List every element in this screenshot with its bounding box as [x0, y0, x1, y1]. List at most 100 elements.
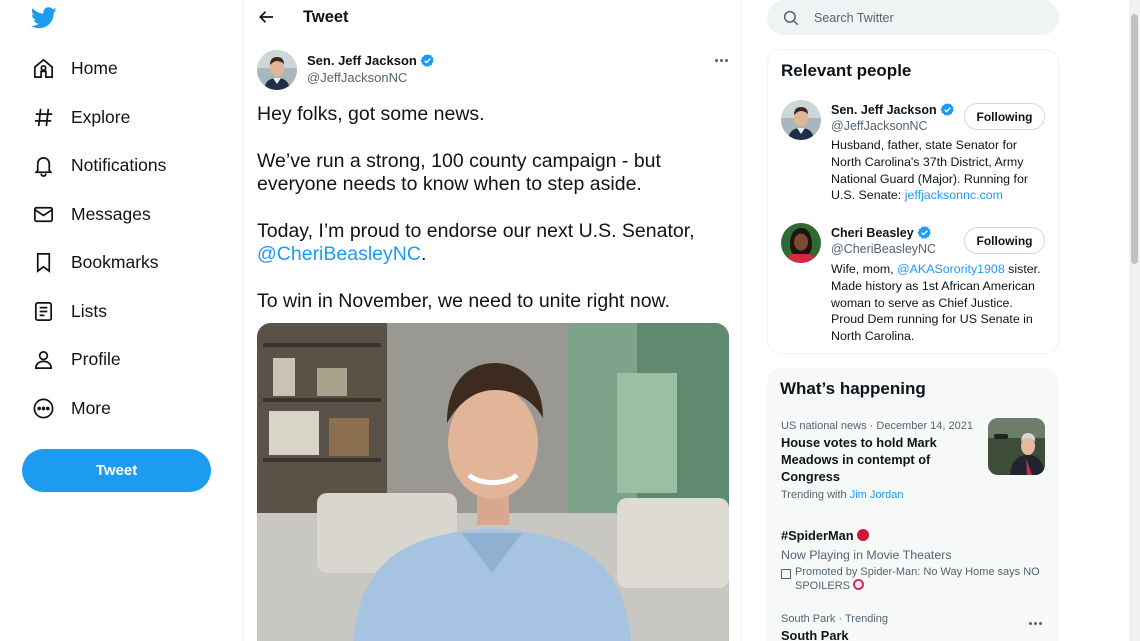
trend-item[interactable]: #SpiderMan Now Playing in Movie Theaters… [781, 528, 1051, 594]
bio-line: Husband, father, state Senator for [831, 138, 1017, 152]
list-icon [30, 298, 56, 324]
avatar[interactable] [781, 100, 821, 140]
nav-item-more[interactable]: More [30, 393, 111, 423]
bio-text: sister. [1004, 262, 1041, 276]
nav-item-lists[interactable]: Lists [30, 296, 107, 326]
tweet-text-line: We’ve run a strong, 100 county campaign … [257, 150, 661, 172]
nav-item-notifications[interactable]: Notifications [30, 150, 166, 180]
twitter-logo-icon[interactable] [30, 7, 57, 29]
trend-title: #SpiderMan [781, 528, 1051, 545]
nav-label-lists: Lists [71, 300, 107, 321]
promoted-line: Promoted by Spider-Man: No Way Home says… [781, 566, 1051, 594]
person-name-text: Cheri Beasley [831, 225, 914, 240]
back-arrow-icon[interactable] [256, 6, 278, 28]
verified-badge-icon [420, 53, 434, 67]
nav-label-messages: Messages [71, 203, 151, 224]
nav-item-bookmarks[interactable]: Bookmarks [30, 247, 159, 277]
search-input[interactable] [814, 10, 1034, 25]
whats-happening-title: What’s happening [780, 379, 926, 398]
person-bio: Wife, mom, @AKASorority1908 sister. Made… [831, 261, 1043, 345]
spider-emoji-icon [857, 529, 870, 541]
mention-link[interactable]: @CheriBeasleyNC [257, 243, 421, 265]
promoted-text-word: SPOILERS [795, 580, 851, 593]
home-icon [30, 55, 56, 81]
person-name-text: Sen. Jeff Jackson [831, 102, 937, 117]
person-name[interactable]: Sen. Jeff Jackson [831, 102, 955, 117]
trend-title-line: Meadows in contempt of [781, 451, 931, 467]
nav-label-profile: Profile [71, 348, 121, 369]
trend-meta: South Park · Trending [781, 613, 889, 625]
trend-more-icon[interactable] [1029, 620, 1047, 626]
tweet-text-line: To win in November, we need to unite rig… [257, 290, 670, 312]
trend-title: House votes to hold Mark Meadows in cont… [781, 435, 981, 485]
bio-line: Proud Dem running for US Senate in [831, 312, 1033, 327]
trend-meta: US national news · December 14, 2021 [781, 420, 973, 432]
tweet-text-line: Today, I’m proud to endorse our next U.S… [257, 220, 695, 242]
scrollbar[interactable] [1129, 0, 1140, 641]
trend-thumbnail[interactable] [988, 418, 1045, 475]
promoted-text: Promoted by Spider-Man: No Way Home says… [795, 566, 1040, 594]
nav-label-home: Home [71, 57, 118, 78]
bio-line: National Guard (Major). Running for [831, 171, 1028, 186]
avatar[interactable] [781, 223, 821, 263]
trend-item[interactable]: South Park · Trending South Park [781, 613, 1001, 641]
more-options-icon[interactable] [710, 52, 732, 68]
bio-line: Made history as 1st African American [831, 278, 1035, 293]
verified-badge-icon [940, 102, 954, 116]
nav-label-explore: Explore [71, 106, 131, 127]
promoted-text-line: Promoted by Spider-Man: No Way Home says… [795, 565, 1040, 578]
person-bio: Husband, father, state Senator for North… [831, 137, 1043, 204]
tweet-video[interactable] [257, 323, 729, 641]
nav-item-messages[interactable]: Messages [30, 199, 151, 229]
promoted-icon [781, 568, 791, 579]
mention-link[interactable]: @AKASorority1908 [897, 262, 1005, 276]
scrollbar-thumb[interactable] [1131, 14, 1138, 264]
tweet-text-line: @CheriBeasleyNC. [257, 243, 426, 266]
person-name[interactable]: Cheri Beasley [831, 225, 932, 240]
nav-label-more: More [71, 397, 111, 418]
compose-tweet-button[interactable]: Tweet [22, 449, 211, 492]
main-column: Tweet Sen. Jeff Jackson @JeffJacksonNC H… [242, 0, 741, 641]
trend-link[interactable]: Jim Jordan [850, 489, 904, 501]
bio-line: Wife, mom, @AKASorority1908 sister. [831, 261, 1043, 278]
mention-suffix: . [420, 243, 427, 265]
trend-item[interactable]: US national news · December 14, 2021 Hou… [781, 420, 981, 501]
bio-line: North Carolina's 37th District, Army [831, 154, 1024, 169]
author-name-text: Sen. Jeff Jackson [307, 53, 417, 68]
person-handle[interactable]: @JeffJacksonNC [831, 119, 928, 133]
author-handle[interactable]: @JeffJacksonNC [307, 70, 407, 85]
bio-line: North Carolina. [831, 329, 915, 344]
no-entry-icon [853, 579, 865, 591]
trend-title-line: Congress [781, 468, 841, 484]
more-circle-icon [30, 395, 56, 421]
trend-subtitle: Trending with Jim Jordan [781, 489, 981, 501]
tweet-text-line: Hey folks, got some news. [257, 103, 485, 125]
nav-item-home[interactable]: Home [30, 53, 118, 83]
author-avatar[interactable] [257, 50, 297, 90]
nav-label-notifications: Notifications [71, 154, 167, 175]
bio-line: woman to serve as Chief Justice. [831, 295, 1013, 310]
promoted-text-line: SPOILERS [795, 579, 1040, 594]
nav-label-bookmarks: Bookmarks [71, 251, 159, 272]
whats-happening-panel: What’s happening US national news · Dece… [767, 368, 1059, 641]
trend-title-line: House votes to hold Mark [781, 435, 937, 450]
hashtag-icon [30, 104, 56, 130]
relevant-people-panel: Relevant people Sen. Jeff Jackson @JeffJ… [767, 49, 1059, 354]
bio-line: U.S. Senate: jeffjacksonnc.com [831, 187, 1043, 204]
following-button[interactable]: Following [964, 103, 1045, 130]
trend-subtitle: Now Playing in Movie Theaters [781, 547, 952, 562]
bookmark-icon [30, 249, 56, 275]
following-button[interactable]: Following [964, 227, 1045, 254]
person-handle[interactable]: @CheriBeasleyNC [831, 242, 936, 256]
trend-title: South Park [781, 628, 849, 641]
bell-icon [30, 152, 56, 178]
website-link[interactable]: jeffjacksonnc.com [905, 188, 1003, 202]
author-name[interactable]: Sen. Jeff Jackson [307, 53, 435, 68]
nav-item-explore[interactable]: Explore [30, 102, 130, 132]
search-box[interactable] [767, 0, 1059, 35]
tweet-text-line: everyone needs to know when to step asid… [257, 173, 642, 195]
trend-sub-text: Trending with [781, 489, 850, 502]
left-navigation: Home Explore Notifications Messages Book… [0, 0, 242, 641]
page-title: Tweet [303, 8, 349, 26]
nav-item-profile[interactable]: Profile [30, 344, 121, 374]
